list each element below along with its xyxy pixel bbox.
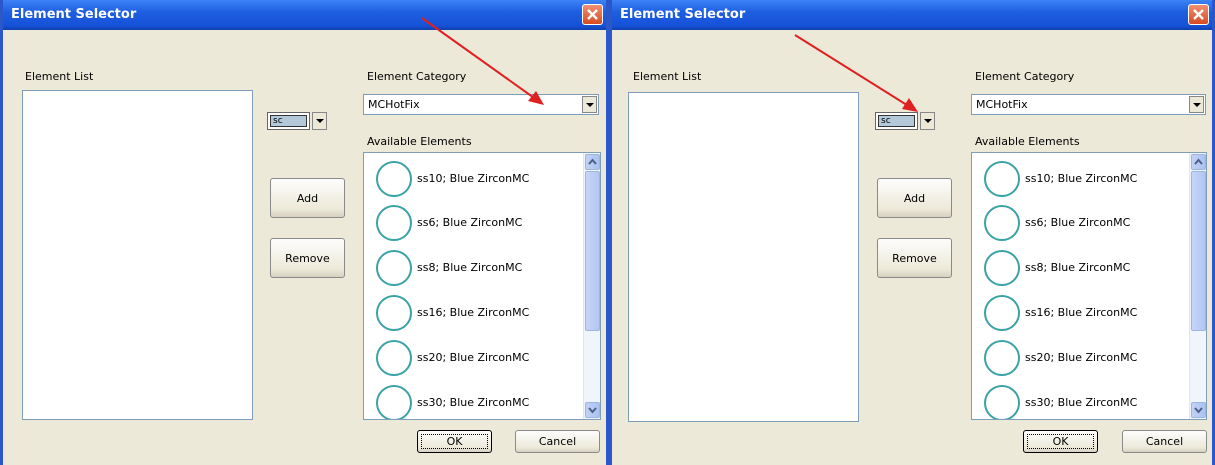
element-circle-icon [376,205,412,241]
window-title: Element Selector [620,7,746,22]
element-list-box[interactable] [628,92,859,422]
close-button[interactable] [582,4,603,25]
sc-dropdown-button[interactable] [920,112,935,130]
element-list-label: Element List [25,70,94,83]
chevron-down-icon [588,407,597,414]
close-icon [587,9,598,20]
category-dropdown-button[interactable] [582,96,597,113]
list-item[interactable]: ss16; Blue ZirconMC [376,295,576,335]
category-dropdown-button[interactable] [1189,96,1204,113]
cancel-button[interactable]: Cancel [1122,430,1207,453]
element-category-value: MCHotFix [976,98,1028,111]
element-circle-icon [376,295,412,331]
title-bar: Element Selector [612,0,1212,30]
chevron-down-icon [924,119,932,123]
available-elements-label: Available Elements [367,135,472,148]
chevron-down-icon [316,119,324,123]
element-category-select[interactable]: MCHotFix [971,94,1206,115]
title-bar: Element Selector [3,0,606,30]
remove-button[interactable]: Remove [270,238,345,278]
list-item[interactable]: ss6; Blue ZirconMC [376,205,576,245]
scroll-down-button[interactable] [1191,402,1206,418]
element-category-value: MCHotFix [368,98,420,111]
element-circle-icon [984,340,1020,376]
close-button[interactable] [1188,4,1209,25]
chevron-down-icon [1193,103,1201,107]
vertical-scrollbar[interactable] [1189,153,1206,419]
list-item[interactable]: ss20; Blue ZirconMC [376,340,576,380]
scroll-up-button[interactable] [585,154,600,170]
list-item[interactable]: ss30; Blue ZirconMC [376,385,576,419]
list-item[interactable]: ss8; Blue ZirconMC [376,250,576,290]
ok-button[interactable]: OK [1023,430,1098,453]
element-circle-icon [984,295,1020,331]
element-category-select[interactable]: MCHotFix [363,94,599,115]
element-list-label: Element List [633,70,702,83]
list-item[interactable]: ss10; Blue ZirconMC [984,161,1184,201]
cancel-button[interactable]: Cancel [515,430,600,453]
list-item[interactable]: ss10; Blue ZirconMC [376,161,576,201]
scroll-thumb[interactable] [585,171,600,331]
element-list-box[interactable] [22,90,253,420]
scroll-up-button[interactable] [1191,154,1206,170]
element-circle-icon [984,250,1020,286]
scroll-thumb[interactable] [1191,171,1206,331]
list-item[interactable]: ss16; Blue ZirconMC [984,295,1184,335]
sc-combo[interactable]: sc [875,112,935,130]
element-circle-icon [984,205,1020,241]
window-title: Element Selector [11,7,137,22]
chevron-down-icon [1194,407,1203,414]
element-category-label: Element Category [367,70,467,83]
element-circle-icon [376,385,412,419]
element-circle-icon [984,385,1020,419]
list-item[interactable]: ss30; Blue ZirconMC [984,385,1184,419]
ok-button[interactable]: OK [417,430,492,453]
available-elements-list[interactable]: ss10; Blue ZirconMC ss6; Blue ZirconMC s… [363,152,601,420]
list-item[interactable]: ss20; Blue ZirconMC [984,340,1184,380]
element-selector-dialog-right: Element Selector Element List sc Add Rem… [609,0,1215,465]
element-circle-icon [984,161,1020,197]
sc-combo-value: sc [878,115,915,127]
add-button[interactable]: Add [270,178,345,218]
element-circle-icon [376,340,412,376]
scroll-down-button[interactable] [585,402,600,418]
vertical-scrollbar[interactable] [583,153,600,419]
sc-combo-value: sc [270,115,307,127]
element-category-label: Element Category [975,70,1075,83]
available-elements-list[interactable]: ss10; Blue ZirconMC ss6; Blue ZirconMC s… [971,152,1207,420]
list-item[interactable]: ss6; Blue ZirconMC [984,205,1184,245]
list-item[interactable]: ss8; Blue ZirconMC [984,250,1184,290]
element-selector-dialog-left: Element Selector Element List sc Add Rem… [0,0,609,465]
element-circle-icon [376,161,412,197]
add-button[interactable]: Add [877,178,952,218]
chevron-down-icon [586,103,594,107]
available-elements-label: Available Elements [975,135,1080,148]
sc-combo[interactable]: sc [267,112,327,130]
remove-button[interactable]: Remove [877,238,952,278]
close-icon [1193,9,1204,20]
element-circle-icon [376,250,412,286]
sc-dropdown-button[interactable] [312,112,327,130]
chevron-up-icon [588,158,597,165]
chevron-up-icon [1194,158,1203,165]
